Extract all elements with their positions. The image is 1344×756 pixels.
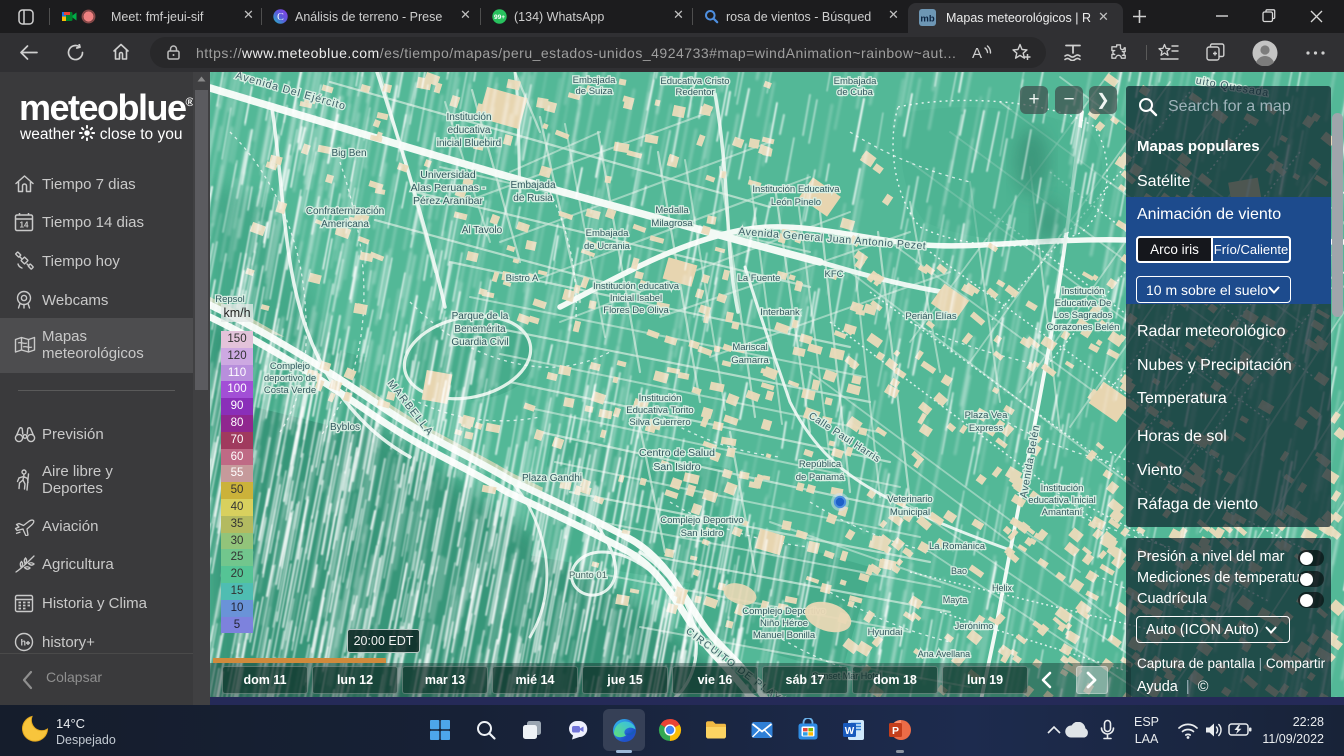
svg-text:San Isidro: San Isidro — [653, 461, 700, 473]
svg-text:inicial Bluebird: inicial Bluebird — [437, 138, 501, 149]
svg-text:Gamarra: Gamarra — [731, 355, 769, 366]
svg-text:León Pinelo: León Pinelo — [771, 197, 821, 208]
svg-text:Interbank: Interbank — [760, 307, 800, 318]
svg-text:Institución educativa: Institución educativa — [593, 281, 680, 292]
svg-text:99+: 99+ — [494, 14, 505, 21]
svg-text:Inicial Isabel: Inicial Isabel — [610, 293, 662, 304]
svg-text:Hyundai: Hyundai — [868, 627, 903, 638]
svg-text:Mayta: Mayta — [943, 595, 968, 605]
svg-text:La Fuente: La Fuente — [738, 273, 781, 284]
svg-text:Americana: Americana — [321, 219, 369, 230]
svg-text:Los Sagrados: Los Sagrados — [1054, 310, 1113, 321]
svg-text:Embajada: Embajada — [586, 228, 629, 239]
svg-text:Complejo Deportivo: Complejo Deportivo — [660, 515, 743, 526]
svg-text:Al Tavolo: Al Tavolo — [462, 225, 503, 236]
svg-text:educativa: educativa — [448, 125, 491, 136]
svg-text:Complejo: Complejo — [270, 361, 310, 372]
svg-text:Confraternización: Confraternización — [306, 206, 384, 217]
svg-text:Milagrosa: Milagrosa — [651, 218, 693, 229]
svg-text:Educativa De: Educativa De — [1055, 298, 1112, 309]
svg-text:Embajada: Embajada — [510, 180, 555, 191]
svg-text:mb: mb — [920, 13, 934, 24]
svg-text:Universidad: Universidad — [420, 169, 476, 181]
svg-text:Corazones Belén: Corazones Belén — [1047, 322, 1120, 333]
svg-text:de Ucrania: de Ucrania — [584, 241, 631, 252]
svg-text:deportivo de: deportivo de — [264, 373, 316, 384]
svg-text:Parque de la: Parque de la — [452, 311, 509, 322]
svg-text:de Cuba: de Cuba — [837, 87, 874, 98]
svg-text:La Románica: La Románica — [929, 541, 986, 552]
svg-text:Express: Express — [969, 423, 1004, 434]
svg-text:W: W — [845, 726, 855, 737]
svg-text:Centro de Salud: Centro de Salud — [639, 447, 715, 459]
svg-text:Plaza Gandhi: Plaza Gandhi — [522, 473, 582, 484]
svg-text:Educativa Cristo: Educativa Cristo — [660, 76, 729, 87]
svg-text:Punto 01: Punto 01 — [569, 570, 607, 581]
svg-text:Silva Guerrero: Silva Guerrero — [629, 417, 690, 428]
svg-text:Guardia Civil: Guardia Civil — [451, 337, 508, 348]
svg-text:Medalla: Medalla — [655, 205, 689, 216]
svg-text:Flores De Oliva: Flores De Oliva — [603, 305, 669, 316]
svg-text:Institución: Institución — [639, 393, 682, 404]
svg-text:Amantaní: Amantaní — [1042, 507, 1083, 518]
svg-text:Embajada: Embajada — [834, 76, 877, 87]
svg-text:Byblos: Byblos — [330, 422, 360, 433]
svg-text:Redentor: Redentor — [675, 87, 714, 98]
svg-text:Institución: Institución — [1041, 483, 1084, 494]
svg-text:de Panamá: de Panamá — [796, 472, 845, 483]
svg-text:de Suiza: de Suiza — [576, 86, 614, 97]
svg-text:de Rusia: de Rusia — [513, 193, 553, 204]
svg-text:Helix: Helix — [992, 583, 1013, 593]
svg-text:Mariscal: Mariscal — [732, 342, 767, 353]
svg-text:Institución: Institución — [446, 112, 491, 123]
svg-text:educativa Inicial: educativa Inicial — [1028, 495, 1096, 506]
svg-text:Bao: Bao — [951, 566, 967, 576]
svg-text:Costa Verde: Costa Verde — [264, 385, 316, 396]
svg-text:Veterinario: Veterinario — [887, 494, 932, 505]
svg-text:h: h — [21, 638, 27, 648]
svg-text:Benemérita: Benemérita — [454, 324, 506, 335]
svg-text:Alas Peruanas -: Alas Peruanas - — [411, 182, 486, 194]
svg-text:A: A — [972, 45, 982, 61]
svg-text:Institución: Institución — [1062, 286, 1105, 297]
svg-text:Educativa Torito: Educativa Torito — [626, 405, 693, 416]
svg-text:República: República — [799, 459, 842, 470]
svg-text:Institución Educativa: Institución Educativa — [752, 184, 840, 195]
svg-text:Niño Héroe: Niño Héroe — [760, 618, 808, 629]
svg-text:Jerónimo: Jerónimo — [954, 621, 993, 632]
svg-text:Plaza Vea: Plaza Vea — [965, 410, 1008, 421]
svg-text:P: P — [892, 725, 899, 737]
svg-text:Pérez Araníbar: Pérez Araníbar — [413, 195, 484, 207]
svg-text:Perián Elías: Perián Elías — [905, 311, 956, 322]
svg-text:San Isidro: San Isidro — [681, 528, 724, 539]
svg-text:Ana Avellana: Ana Avellana — [918, 649, 970, 659]
svg-text:KFC: KFC — [825, 269, 844, 280]
svg-text:Manuel Bonilla: Manuel Bonilla — [753, 630, 816, 641]
svg-text:14: 14 — [20, 221, 29, 230]
svg-text:Municipal: Municipal — [890, 507, 930, 518]
svg-text:Bistro A: Bistro A — [506, 273, 539, 284]
svg-text:C: C — [277, 12, 284, 23]
svg-text:Embajada: Embajada — [573, 75, 616, 86]
svg-text:Big Ben: Big Ben — [331, 148, 366, 159]
